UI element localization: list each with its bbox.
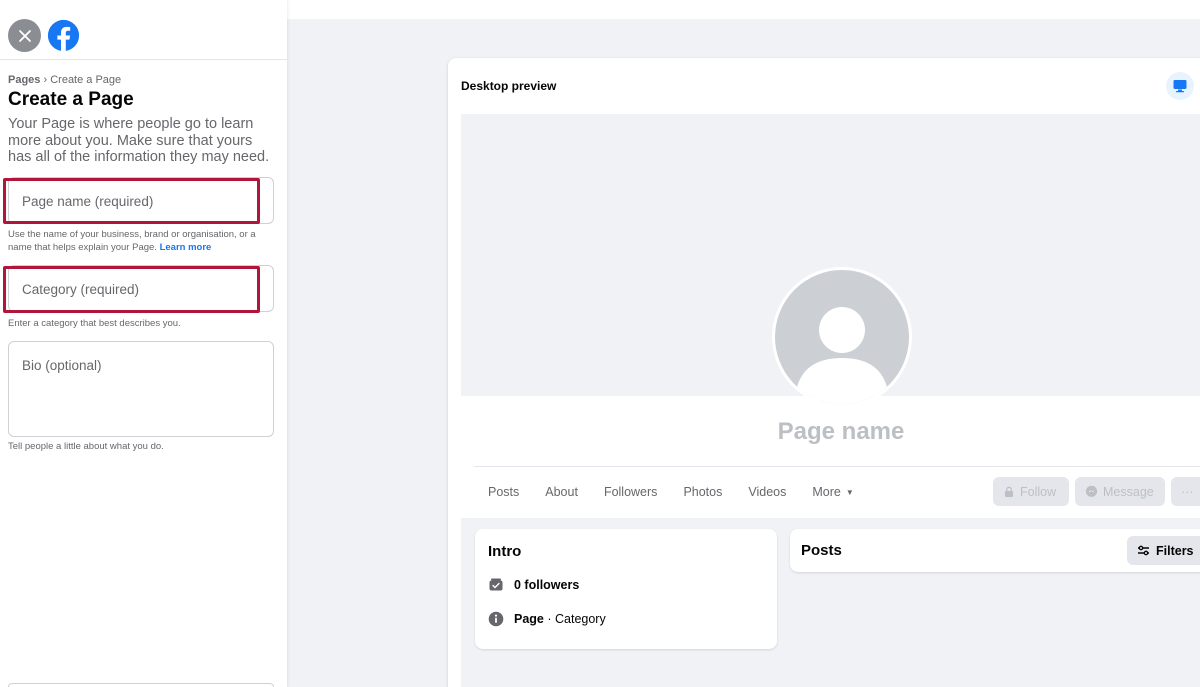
monitor-icon: [1173, 80, 1187, 93]
close-icon: [18, 29, 31, 42]
breadcrumb-separator: ›: [43, 74, 48, 86]
page-preview: Page name Posts About Followers Photos V…: [461, 114, 1200, 687]
desktop-view-toggle[interactable]: [1166, 72, 1194, 100]
follow-button[interactable]: Follow: [993, 477, 1069, 506]
follow-button-label: Follow: [1020, 484, 1057, 499]
breadcrumb-current: Create a Page: [50, 74, 122, 86]
breadcrumb: Pages › Create a Page: [8, 74, 121, 86]
preview-page-name: Page name: [777, 418, 905, 445]
page-tabs: Posts About Followers Photos Videos More…: [488, 485, 880, 499]
tab-photos[interactable]: Photos: [683, 485, 722, 499]
tabs-divider: [474, 466, 1200, 467]
filters-button[interactable]: Filters: [1127, 536, 1200, 565]
facebook-logo-icon[interactable]: [47, 19, 80, 52]
tab-posts[interactable]: Posts: [488, 485, 519, 499]
category-helper: Enter a category that best describes you…: [8, 318, 181, 329]
page-name-placeholder: Page name (required): [22, 194, 154, 209]
page-name-helper: Use the name of your business, brand or …: [8, 229, 274, 254]
close-button[interactable]: [8, 19, 41, 52]
tab-more[interactable]: More ▼: [812, 485, 853, 499]
filters-icon: [1138, 545, 1149, 556]
intro-title: Intro: [488, 543, 522, 560]
category-input[interactable]: Category (required): [8, 265, 274, 312]
page-name-input[interactable]: Page name (required): [8, 177, 274, 224]
lock-icon: [1005, 486, 1013, 497]
page-title: Create a Page: [8, 89, 134, 110]
intro-card: Intro 0 followers Page · Category: [475, 529, 777, 649]
page-type-category: · Category: [543, 612, 606, 626]
message-button-label: Message: [1103, 484, 1154, 499]
tab-videos[interactable]: Videos: [748, 485, 786, 499]
breadcrumb-pages-link[interactable]: Pages: [8, 74, 40, 86]
page-description: Your Page is where people go to learn mo…: [8, 116, 270, 165]
page-type-text: Page · Category: [514, 612, 606, 626]
filters-button-label: Filters: [1156, 543, 1194, 558]
tab-followers[interactable]: Followers: [604, 485, 658, 499]
category-placeholder: Category (required): [22, 282, 140, 297]
bio-textarea[interactable]: Bio (optional): [8, 341, 274, 437]
tab-about[interactable]: About: [545, 485, 578, 499]
info-icon: [488, 611, 504, 627]
message-button[interactable]: Message: [1075, 477, 1165, 506]
followers-icon: [489, 578, 503, 591]
desktop-preview-card: Desktop preview Page name Posts About Fo…: [448, 58, 1200, 687]
caret-down-icon: ▼: [845, 488, 854, 498]
header-divider: [0, 59, 287, 60]
create-page-sidebar: Pages › Create a Page Create a Page Your…: [0, 0, 287, 687]
posts-card: Posts Filters: [790, 529, 1200, 572]
preview-label: Desktop preview: [461, 79, 557, 93]
page-category-row: Page · Category: [488, 611, 606, 627]
learn-more-link[interactable]: Learn more: [160, 242, 212, 253]
tab-more-label: More: [812, 485, 841, 499]
posts-title: Posts: [801, 542, 842, 559]
bio-helper: Tell people a little about what you do.: [8, 441, 164, 452]
more-options-button[interactable]: ···: [1171, 477, 1200, 506]
page-name-helper-text: Use the name of your business, brand or …: [8, 229, 256, 253]
bio-placeholder: Bio (optional): [22, 358, 102, 373]
more-options-icon: ···: [1181, 484, 1194, 499]
page-type-bold: Page: [514, 612, 544, 626]
profile-picture-placeholder: [772, 267, 912, 407]
bottom-field[interactable]: [8, 683, 274, 687]
followers-row: 0 followers: [488, 577, 579, 593]
followers-count: 0 followers: [514, 578, 580, 592]
avatar-silhouette-icon: [795, 307, 889, 404]
messenger-icon: [1085, 485, 1098, 497]
top-strip: [287, 0, 1200, 19]
